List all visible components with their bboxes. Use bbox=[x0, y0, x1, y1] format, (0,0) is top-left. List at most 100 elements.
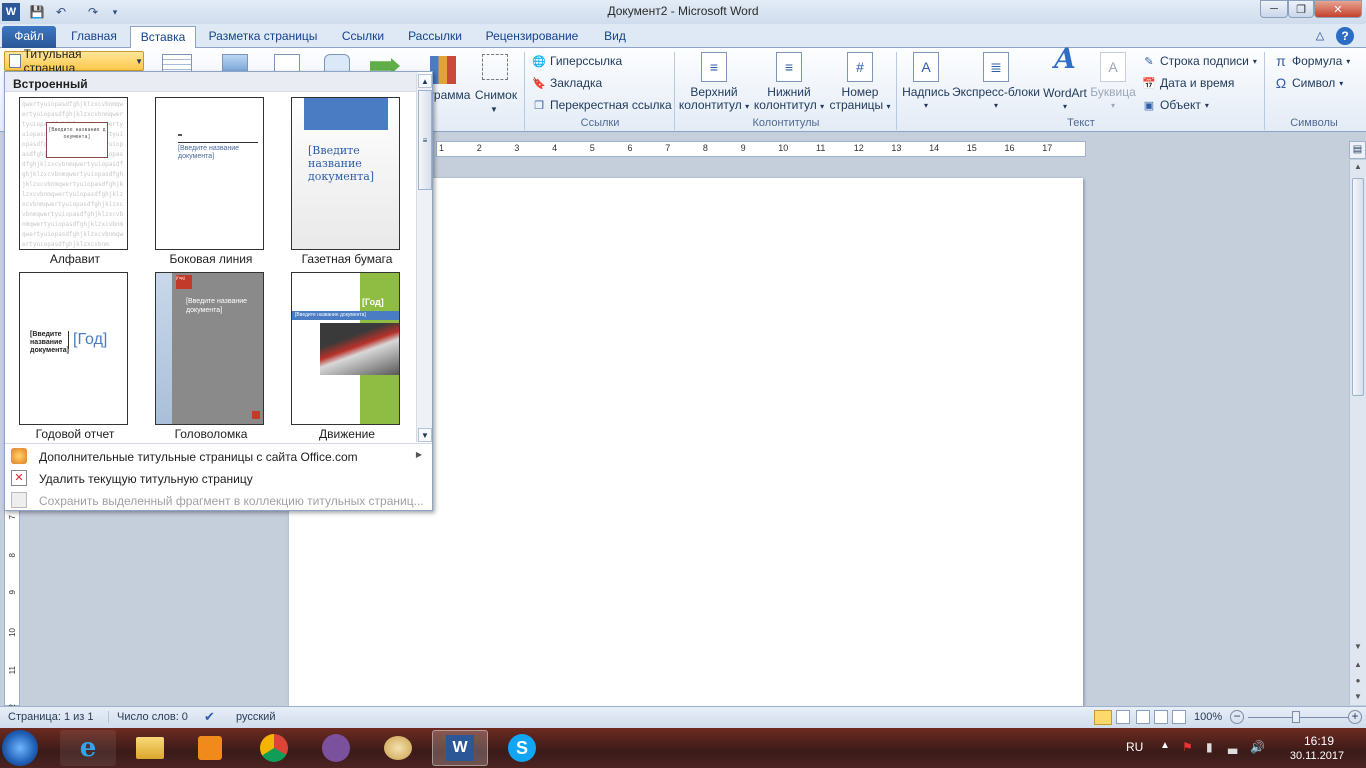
language-indicator[interactable]: русский bbox=[236, 711, 275, 723]
cover-thumb-annual[interactable]: [Введите название документа] [Год] bbox=[19, 272, 128, 425]
clock-date[interactable]: 30.11.2017 bbox=[1282, 750, 1352, 762]
remove-cover-page-menu-item[interactable]: ✕ Удалить текущую титульную страницу bbox=[5, 467, 432, 489]
sideline-title: [Введите название документа] bbox=[178, 142, 258, 161]
taskbar-paint-icon[interactable] bbox=[370, 730, 426, 766]
draft-view-icon[interactable] bbox=[1172, 710, 1186, 724]
page-count[interactable]: Страница: 1 из 1 bbox=[8, 711, 94, 723]
dropcap-button[interactable]: A Буквица ▾ bbox=[1090, 52, 1136, 112]
tray-flag-icon[interactable]: ⚑ bbox=[1182, 740, 1193, 754]
header-button[interactable]: ≡ Верхний колонтитул ▾ bbox=[678, 52, 750, 113]
taskbar-skype-icon[interactable]: S bbox=[494, 730, 550, 766]
page-number-button[interactable]: # Номер страницы ▾ bbox=[828, 52, 892, 113]
outline-view-icon[interactable] bbox=[1154, 710, 1168, 724]
tab-insert[interactable]: Вставка bbox=[130, 26, 196, 49]
web-layout-view-icon[interactable] bbox=[1136, 710, 1150, 724]
newsprint-title: [Введите название документа] bbox=[308, 144, 375, 183]
bookmark-button[interactable]: 🔖 Закладка bbox=[532, 74, 602, 92]
gallery-scrollbar[interactable]: ▲ ≡ ▼ bbox=[416, 74, 432, 442]
print-layout-view-icon[interactable] bbox=[1094, 710, 1112, 725]
spellcheck-icon[interactable]: ✔ bbox=[204, 709, 215, 725]
ruler-tick-label: 3 bbox=[514, 143, 520, 153]
taskbar-media-player-icon[interactable] bbox=[182, 730, 238, 766]
view-ruler-icon[interactable]: ▤ bbox=[1349, 141, 1366, 159]
help-icon[interactable]: ? bbox=[1336, 27, 1354, 45]
tab-page-layout[interactable]: Разметка страницы bbox=[200, 26, 326, 48]
minimize-button[interactable]: ─ bbox=[1260, 0, 1288, 18]
tray-volume-icon[interactable]: 🔊 bbox=[1250, 740, 1265, 754]
tab-home[interactable]: Главная bbox=[60, 26, 128, 48]
cross-reference-button[interactable]: ❐ Перекрестная ссылка bbox=[532, 96, 672, 114]
word-count[interactable]: Число слов: 0 bbox=[108, 711, 188, 723]
cover-thumb-alphabet[interactable]: qwertyuiopasdfghjklzxcvbnmqwertyuiopasdf… bbox=[19, 97, 128, 250]
keyboard-language[interactable]: RU bbox=[1126, 740, 1143, 754]
cover-thumb-sideline[interactable]: [Введите название документа] bbox=[155, 97, 264, 250]
zoom-out-icon[interactable]: − bbox=[1230, 710, 1244, 724]
taskbar-viber-icon[interactable] bbox=[308, 730, 364, 766]
taskbar-word-icon[interactable]: W bbox=[432, 730, 488, 766]
screenshot-button[interactable]: Снимок bbox=[474, 89, 518, 102]
cover-page-icon bbox=[9, 54, 21, 68]
tab-references[interactable]: Ссылки bbox=[330, 26, 396, 48]
previous-page-icon[interactable]: ▲ bbox=[1350, 658, 1366, 672]
zoom-level[interactable]: 100% bbox=[1194, 711, 1222, 723]
browse-object-icon[interactable]: ● bbox=[1350, 674, 1366, 688]
close-button[interactable]: ✕ bbox=[1314, 0, 1362, 18]
start-button[interactable] bbox=[2, 730, 38, 766]
symbol-button[interactable]: Ω Символ ▾ bbox=[1274, 74, 1344, 92]
scroll-down-icon[interactable]: ▼ bbox=[1350, 640, 1366, 654]
cover-thumb-newsprint[interactable]: [Введите название документа] bbox=[291, 97, 400, 250]
clock-time[interactable]: 16:19 bbox=[1290, 734, 1348, 748]
taskbar-explorer-icon[interactable] bbox=[122, 730, 178, 766]
ruler-tick-label: 17 bbox=[1042, 143, 1053, 153]
footer-icon: ≡ bbox=[776, 52, 802, 82]
tab-file[interactable]: Файл bbox=[2, 26, 56, 48]
screenshot-icon[interactable] bbox=[482, 54, 508, 80]
save-selection-menu-item[interactable]: Сохранить выделенный фрагмент в коллекци… bbox=[5, 489, 432, 511]
object-button[interactable]: ▣ Объект ▾ bbox=[1142, 96, 1209, 114]
tab-review[interactable]: Рецензирование bbox=[476, 26, 588, 48]
gallery-scroll-up-icon[interactable]: ▲ bbox=[418, 74, 432, 88]
tray-network-icon[interactable]: ▃ bbox=[1228, 740, 1237, 754]
next-page-icon[interactable]: ▼ bbox=[1350, 690, 1366, 704]
gallery-scroll-thumb[interactable]: ≡ bbox=[418, 90, 432, 190]
taskbar-chrome-icon[interactable] bbox=[246, 730, 302, 766]
maximize-button[interactable]: ❐ bbox=[1288, 0, 1314, 18]
remove-page-icon: ✕ bbox=[11, 470, 27, 486]
cover-thumb-puzzle[interactable]: [Год] [Введите название документа] bbox=[155, 272, 264, 425]
group-separator bbox=[524, 52, 525, 130]
wordart-button[interactable]: A WordArt ▾ bbox=[1040, 45, 1090, 113]
chart-button[interactable]: грамма bbox=[428, 89, 472, 102]
zoom-slider-thumb[interactable] bbox=[1292, 711, 1300, 723]
zoom-in-icon[interactable]: + bbox=[1348, 710, 1362, 724]
gallery-scroll-down-icon[interactable]: ▼ bbox=[418, 428, 432, 442]
vruler-tick-label: 11 bbox=[8, 665, 17, 675]
scroll-up-icon[interactable]: ▲ bbox=[1350, 160, 1366, 174]
textbox-button[interactable]: A Надпись ▾ bbox=[900, 52, 952, 112]
sideline-mark bbox=[178, 134, 182, 136]
tab-mailings[interactable]: Рассылки bbox=[398, 26, 472, 48]
signature-line-button[interactable]: ✎ Строка подписи ▾ bbox=[1142, 52, 1256, 70]
vruler-tick-label: 9 bbox=[8, 590, 17, 595]
vertical-scrollbar[interactable]: ▲ ▼ ▲ ● ▼ bbox=[1349, 160, 1366, 705]
pi-icon: π bbox=[1276, 53, 1286, 69]
quickparts-button[interactable]: ≣ Экспресс-блоки ▾ bbox=[952, 52, 1040, 112]
datetime-button[interactable]: 📅 Дата и время bbox=[1142, 74, 1234, 92]
vertical-ruler[interactable]: 789101112 bbox=[4, 510, 20, 712]
newsprint-banner bbox=[304, 98, 388, 130]
tray-battery-icon[interactable]: ▮ bbox=[1206, 740, 1213, 754]
tab-view[interactable]: Вид bbox=[592, 26, 638, 48]
horizontal-ruler[interactable]: 1 2 3 4 5 6 7 8 9 10 11 12 13 14 15 16 17 bbox=[436, 141, 1086, 157]
full-screen-view-icon[interactable] bbox=[1116, 710, 1130, 724]
scroll-thumb[interactable] bbox=[1352, 178, 1364, 396]
more-cover-pages-menu-item[interactable]: Дополнительные титульные страницы с сайт… bbox=[5, 445, 432, 467]
equation-button[interactable]: π Формула ▾ bbox=[1274, 52, 1350, 70]
status-bar: Страница: 1 из 1 Число слов: 0 ✔ русский… bbox=[0, 706, 1366, 728]
taskbar-ie-icon[interactable]: e bbox=[60, 730, 116, 766]
minimize-ribbon-icon[interactable]: △ bbox=[1310, 26, 1330, 48]
cover-page-button[interactable]: Титульная страница ▼ bbox=[4, 47, 144, 75]
tray-expand-icon[interactable]: ▲ bbox=[1160, 740, 1170, 751]
hyperlink-button[interactable]: 🌐 Гиперссылка bbox=[532, 52, 622, 70]
chart-icon[interactable] bbox=[430, 56, 456, 84]
cover-thumb-motion[interactable]: [Год] [Введите название документа] bbox=[291, 272, 400, 425]
footer-button[interactable]: ≡ Нижний колонтитул ▾ bbox=[752, 52, 826, 113]
